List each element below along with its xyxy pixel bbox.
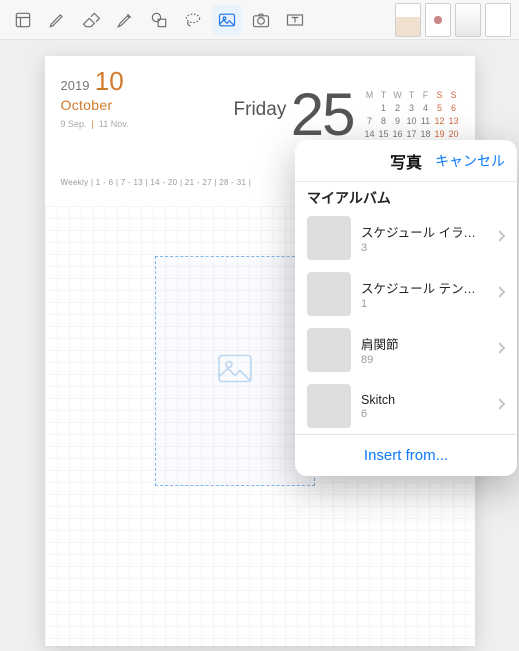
page-thumb[interactable] xyxy=(425,3,451,37)
album-thumb xyxy=(307,272,351,316)
page-thumbnails xyxy=(395,3,511,37)
image-drop-selection[interactable] xyxy=(155,256,315,486)
year: 2019 xyxy=(61,78,90,93)
chevron-right-icon xyxy=(497,397,505,415)
eraser-icon[interactable] xyxy=(76,5,106,35)
page-thumb[interactable] xyxy=(485,3,511,37)
album-row[interactable]: Skitch6 xyxy=(295,378,517,434)
chevron-right-icon xyxy=(497,229,505,247)
album-row[interactable]: スケジュール テンプレ1 xyxy=(295,266,517,322)
insert-from-button[interactable]: Insert from... xyxy=(295,434,517,476)
album-thumb xyxy=(307,216,351,260)
album-count: 6 xyxy=(361,408,487,420)
chevron-right-icon xyxy=(497,341,505,359)
album-count: 1 xyxy=(361,298,487,310)
album-thumb xyxy=(307,328,351,372)
picker-section-header: マイアルバム xyxy=(295,182,517,210)
album-name: スケジュール イラスト xyxy=(361,222,487,241)
day-number: 25 xyxy=(291,81,354,148)
photo-picker-popover: 写真 キャンセル マイアルバム スケジュール イラスト3スケジュール テンプレ1… xyxy=(295,140,517,476)
month-number: 10 xyxy=(95,66,124,96)
date-block: 2019 10 October 9 Sep. | 11 Nov. xyxy=(61,66,129,129)
pen-icon[interactable] xyxy=(42,5,72,35)
album-row[interactable]: 肩関節89 xyxy=(295,322,517,378)
toolbar xyxy=(0,0,519,40)
album-row[interactable]: スケジュール イラスト3 xyxy=(295,210,517,266)
cancel-button[interactable]: キャンセル xyxy=(435,151,505,171)
highlighter-icon[interactable] xyxy=(110,5,140,35)
next-month-link[interactable]: 11 Nov. xyxy=(99,119,129,129)
chevron-right-icon xyxy=(497,285,505,303)
weekday: Friday xyxy=(234,99,287,120)
page-thumb[interactable] xyxy=(455,3,481,37)
album-name: 肩関節 xyxy=(361,334,487,353)
album-thumb xyxy=(307,384,351,428)
layout-icon[interactable] xyxy=(8,5,38,35)
album-count: 3 xyxy=(361,242,487,254)
shape-icon[interactable] xyxy=(144,5,174,35)
prev-month-link[interactable]: 9 Sep. xyxy=(61,119,87,129)
page-thumb[interactable] xyxy=(395,3,421,37)
textbox-icon[interactable] xyxy=(280,5,310,35)
camera-icon[interactable] xyxy=(246,5,276,35)
lasso-icon[interactable] xyxy=(178,5,208,35)
album-count: 89 xyxy=(361,354,487,366)
album-name: スケジュール テンプレ xyxy=(361,278,487,297)
picker-title: 写真 xyxy=(390,149,422,173)
album-name: Skitch xyxy=(361,393,487,407)
image-placeholder-icon xyxy=(218,355,252,388)
image-icon[interactable] xyxy=(212,5,242,35)
month-name: October xyxy=(61,97,129,113)
